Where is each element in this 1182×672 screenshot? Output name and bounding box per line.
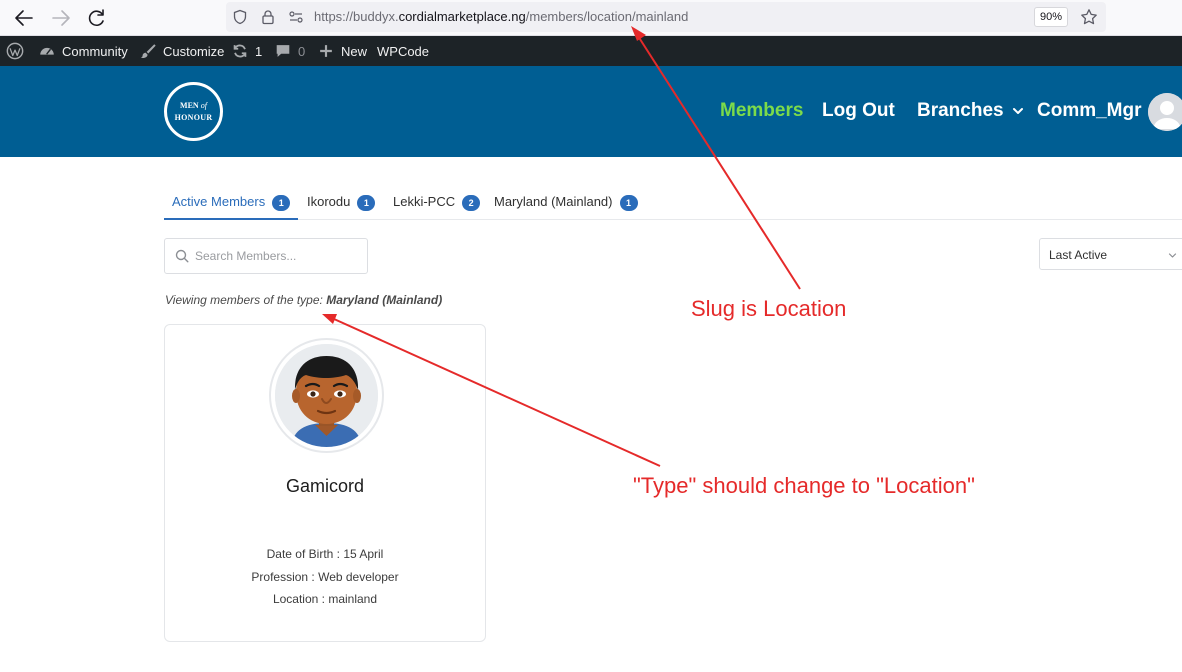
nav-log-out[interactable]: Log Out [822, 100, 895, 122]
plus-icon [317, 42, 335, 60]
paintbrush-icon [139, 42, 157, 60]
tab-ikorodu[interactable]: Ikorodu 1 [307, 186, 376, 220]
community-label: Community [62, 43, 128, 59]
sort-select[interactable]: Last Active [1039, 238, 1182, 270]
chevron-down-icon [1168, 251, 1177, 260]
comments-count: 0 [298, 43, 306, 59]
comment-bubble-icon [274, 42, 292, 60]
permissions-icon[interactable] [288, 9, 304, 25]
browser-toolbar: https://buddyx.cordialmarketplace.ng/mem… [0, 0, 1182, 36]
url-prefix: https://buddyx. [314, 9, 399, 24]
profile-field-location: Location : mainland [272, 592, 378, 606]
count-badge: 1 [357, 195, 376, 211]
member-card[interactable]: Gamicord Date of Birth : 15 April Profes… [164, 324, 486, 642]
member-search [164, 238, 368, 274]
sort-selected-value: Last Active [1049, 248, 1108, 262]
back-arrow-icon[interactable] [12, 6, 36, 30]
tab-label: Maryland (Mainland) [494, 194, 613, 209]
user-avatar-icon[interactable] [1148, 93, 1182, 131]
viewing-type-text: Viewing members of the type: Maryland (M… [165, 293, 442, 307]
admin-bar-updates[interactable]: 1 [231, 36, 262, 66]
logo-word-men: MEN [180, 101, 199, 110]
admin-bar-new[interactable]: New [317, 36, 367, 66]
forward-arrow-icon[interactable] [49, 6, 73, 30]
address-bar[interactable]: https://buddyx.cordialmarketplace.ng/mem… [226, 2, 1106, 32]
tab-label: Active Members [172, 194, 266, 209]
site-logo[interactable]: MEN of HONOUR [164, 82, 223, 141]
member-avatar[interactable] [269, 338, 384, 453]
dashboard-gauge-icon [38, 42, 56, 60]
wp-admin-bar: Community Customize 1 0 New WPCode [0, 36, 1182, 66]
nav-members[interactable]: Members [720, 100, 803, 122]
zoom-level-badge[interactable]: 90% [1034, 7, 1068, 27]
customize-label: Customize [163, 43, 225, 59]
annotation-type-note: "Type" should change to "Location" [633, 473, 975, 498]
url-text[interactable]: https://buddyx.cordialmarketplace.ng/mem… [314, 9, 688, 24]
url-path: /members/location/mainland [525, 9, 689, 24]
updates-count: 1 [255, 43, 263, 59]
admin-bar-customize[interactable]: Customize [139, 36, 224, 66]
nav-branches-label: Branches [917, 100, 1004, 121]
logo-word-of: of [200, 101, 207, 110]
count-badge: 1 [272, 195, 291, 211]
profile-field-dob: Date of Birth : 15 April [266, 547, 384, 561]
search-icon [175, 249, 189, 263]
nav-user-name[interactable]: Comm_Mgr [1037, 100, 1142, 122]
annotation-slug-note: Slug is Location [691, 296, 847, 321]
admin-bar-comments[interactable]: 0 [274, 36, 305, 66]
url-host: cordialmarketplace.ng [398, 9, 526, 24]
tab-active-members[interactable]: Active Members 1 [164, 186, 299, 220]
count-badge: 1 [619, 195, 638, 211]
wpcode-label: WPCode [377, 43, 430, 59]
site-header: MEN of HONOUR Members Log Out Branches C… [0, 66, 1182, 157]
shield-icon[interactable] [232, 9, 248, 25]
wordpress-logo-icon[interactable] [6, 36, 24, 66]
updates-icon [231, 42, 249, 60]
member-name[interactable]: Gamicord [165, 476, 485, 497]
tab-maryland-mainland[interactable]: Maryland (Mainland) 1 [494, 186, 638, 220]
new-label: New [341, 43, 368, 59]
wordpress-icon [6, 42, 24, 60]
admin-bar-wpcode[interactable]: WPCode [377, 36, 429, 66]
profile-field-profession: Profession : Web developer [251, 570, 399, 584]
viewing-prefix: Viewing members of the type: [165, 293, 327, 307]
logo-line-2: HONOUR [174, 113, 213, 122]
search-input[interactable] [195, 247, 363, 265]
bookmark-star-icon[interactable] [1080, 8, 1098, 26]
reload-icon[interactable] [84, 6, 108, 30]
count-badge: 2 [462, 195, 481, 211]
tab-lekki-pcc[interactable]: Lekki-PCC 2 [393, 186, 481, 220]
tab-label: Lekki-PCC [393, 194, 456, 209]
admin-bar-community[interactable]: Community [38, 36, 128, 66]
member-avatar-image [275, 344, 378, 447]
lock-icon[interactable] [260, 9, 276, 25]
logo-line-1: MEN of [167, 101, 220, 110]
chevron-down-icon [1012, 105, 1024, 117]
tab-label: Ikorodu [307, 194, 351, 209]
nav-branches[interactable]: Branches [917, 100, 1024, 122]
member-type-tabs: Active Members 1 Ikorodu 1 Lekki-PCC 2 Mary… [164, 186, 1182, 220]
viewing-type-name: Maryland (Mainland) [326, 293, 443, 307]
